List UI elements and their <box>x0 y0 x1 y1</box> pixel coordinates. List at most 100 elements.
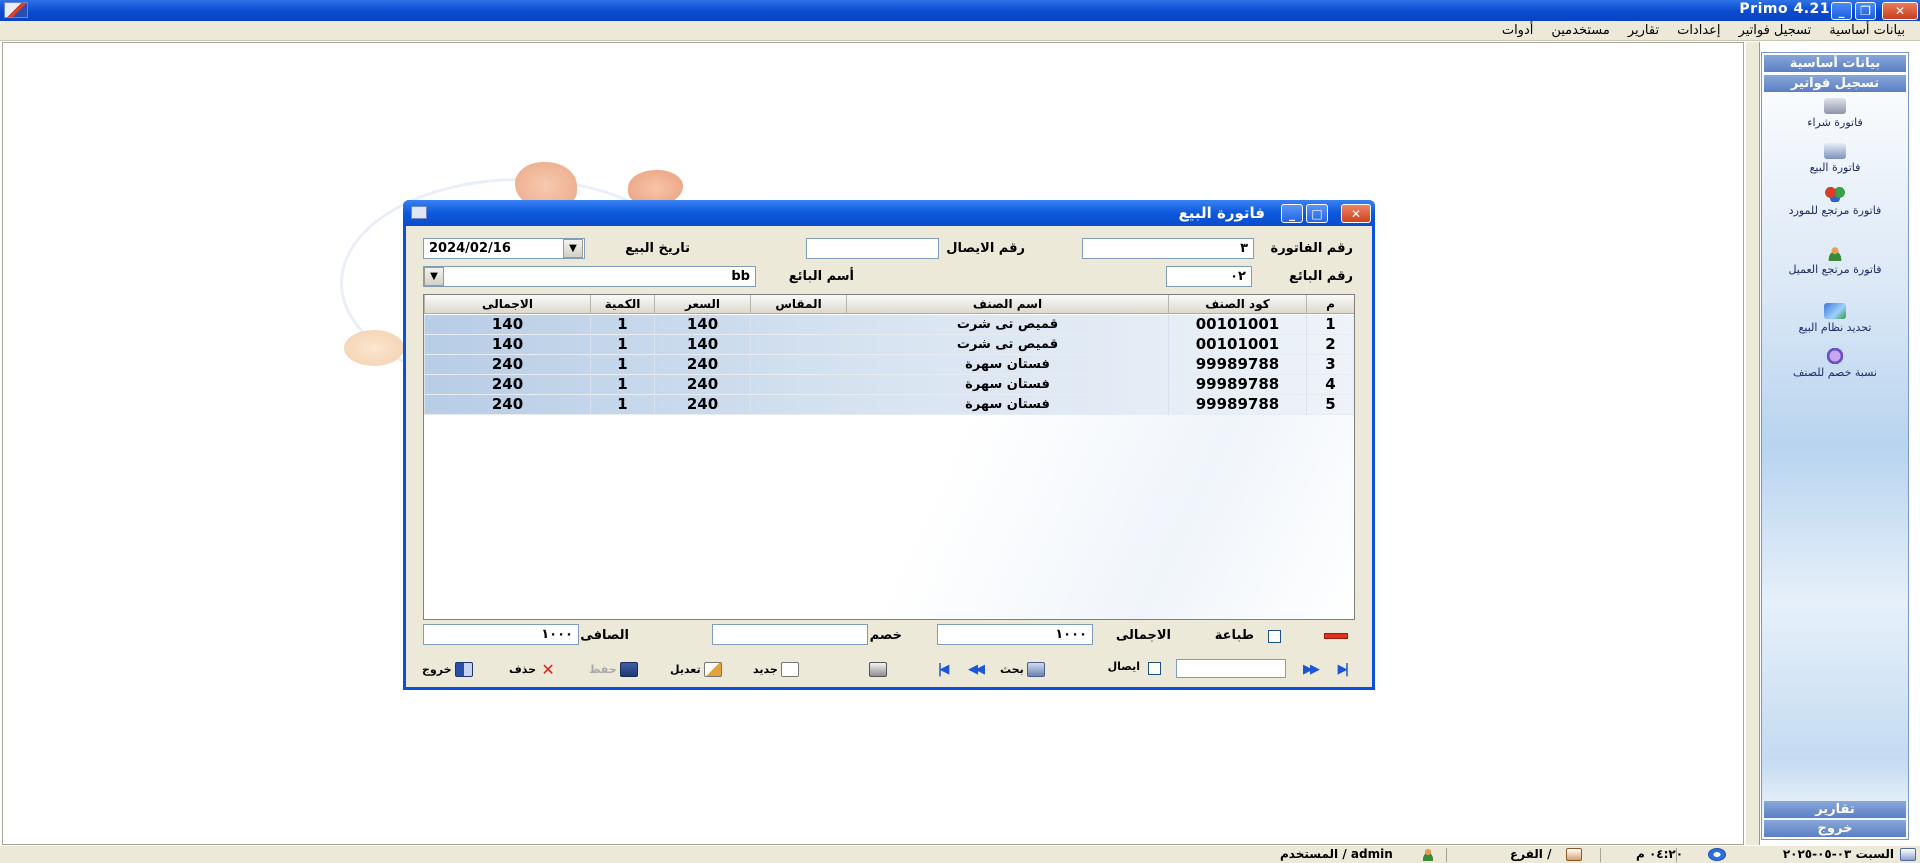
side-item-sale-invoice[interactable]: فاتورة البيع <box>1768 143 1902 174</box>
col-header-code[interactable]: كود الصنف <box>1168 295 1306 314</box>
receipt-no-label: رقم الايصال <box>946 241 1025 256</box>
nav-next-icon[interactable]: ▶▶ <box>1299 662 1321 677</box>
delete-button[interactable]: حذف ✕ <box>509 660 557 678</box>
cell-index: 2 <box>1306 335 1354 355</box>
print-checkbox[interactable] <box>1268 630 1281 643</box>
new-document-icon <box>780 661 799 677</box>
invoice-no-field[interactable]: ٣ <box>1082 238 1254 259</box>
side-item-item-discount[interactable]: نسبة خصم للصنف <box>1768 348 1902 379</box>
cell-qty: 1 <box>590 375 654 395</box>
seller-name-dropdown-icon[interactable]: ▼ <box>424 267 444 286</box>
side-item-sale-system[interactable]: تحديد نظام البيع <box>1768 303 1902 334</box>
seller-no-field[interactable]: ٠٢ <box>1166 266 1252 287</box>
save-button[interactable]: حفظ <box>589 660 638 678</box>
background-art <box>344 330 404 366</box>
cell-price: 240 <box>654 355 750 375</box>
cell-name: فستان سهرة <box>846 375 1168 395</box>
menu-tools[interactable]: أدوات <box>1493 23 1543 38</box>
search-button-label: بحث <box>1000 662 1024 676</box>
status-branch: الفرع / <box>1510 847 1552 861</box>
save-button-label: حفظ <box>589 662 617 676</box>
cell-size <box>750 375 846 395</box>
branch-home-icon <box>1566 848 1582 861</box>
col-header-size[interactable]: المقاس <box>750 295 846 314</box>
printer-icon <box>869 661 887 677</box>
col-header-name[interactable]: اسم الصنف <box>846 295 1168 314</box>
menu-reports[interactable]: تقارير <box>1619 23 1668 38</box>
status-user: المستخدم / admin <box>1280 847 1393 861</box>
col-header-price[interactable]: السعر <box>654 295 750 314</box>
seller-name-field[interactable]: bb <box>423 266 756 287</box>
cell-code: 00101001 <box>1168 335 1306 355</box>
cell-size <box>750 395 846 415</box>
nav-first-icon[interactable]: |◀ <box>931 662 953 677</box>
users-group-icon <box>1824 186 1846 202</box>
search-value-field[interactable] <box>1176 659 1286 678</box>
clock-icon <box>1708 848 1726 861</box>
cell-total: 240 <box>424 355 590 375</box>
edit-icon <box>703 661 722 677</box>
cell-index: 3 <box>1306 355 1354 375</box>
new-button[interactable]: جديد <box>753 660 799 678</box>
table-row[interactable]: 1 00101001 قميص تى شرت 140 1 140 <box>424 315 1354 335</box>
minimize-icon[interactable]: _ <box>1831 2 1852 20</box>
menu-basic-data[interactable]: بيانات أساسية <box>1820 23 1914 38</box>
nav-previous-icon[interactable]: ◀◀ <box>964 662 986 677</box>
discount-field[interactable] <box>712 624 868 645</box>
table-row[interactable]: 2 00101001 قميص تى شرت 140 1 140 <box>424 335 1354 355</box>
side-item-supplier-return[interactable]: فاتورة مرتجع للمورد <box>1768 186 1902 217</box>
side-item-purchase-invoice[interactable]: فاتورة شراء <box>1768 98 1902 129</box>
receipt-no-field[interactable] <box>806 238 939 259</box>
total-field[interactable]: ١٠٠٠ <box>937 624 1093 645</box>
side-header-basic-data[interactable]: بيانات أساسية <box>1764 55 1906 72</box>
cell-name: قميص تى شرت <box>846 315 1168 335</box>
receipt-checkbox[interactable] <box>1148 662 1161 675</box>
status-date: السبت ٠٣-٠٥-٢٠٢٥ <box>1782 847 1894 861</box>
status-indicator-icon <box>1324 633 1348 639</box>
sale-date-dropdown-icon[interactable]: ▼ <box>563 239 583 258</box>
menu-users[interactable]: مستخدمين <box>1542 23 1618 38</box>
splitter[interactable] <box>1745 42 1760 845</box>
dialog-maximize-icon[interactable]: □ <box>1306 204 1328 223</box>
exit-button[interactable]: خروج <box>422 660 473 678</box>
net-field[interactable]: ١٠٠٠ <box>423 624 579 645</box>
cell-qty: 1 <box>590 315 654 335</box>
dialog-close-icon[interactable]: ✕ <box>1341 204 1371 223</box>
status-bar: السبت ٠٣-٠٥-٢٠٢٥ ٠٤:٢٠ م الفرع / المستخد… <box>0 845 1920 863</box>
sale-date-field[interactable]: 2024/02/16 <box>423 238 585 259</box>
document-icon <box>1824 143 1846 159</box>
menu-settings[interactable]: إعدادات <box>1668 23 1729 38</box>
menu-bar: بيانات أساسية تسجيل فواتير إعدادات تقاري… <box>0 21 1920 41</box>
restore-icon[interactable]: ❐ <box>1855 2 1876 20</box>
cell-name: قميص تى شرت <box>846 335 1168 355</box>
menu-invoices[interactable]: تسجيل فواتير <box>1730 23 1821 38</box>
search-button[interactable]: بحث <box>1000 660 1045 678</box>
side-header-invoices[interactable]: تسجيل فواتير <box>1764 75 1906 92</box>
invoice-items-grid[interactable]: م كود الصنف اسم الصنف المقاس السعر الكمي… <box>423 294 1355 620</box>
col-header-index[interactable]: م <box>1306 295 1354 314</box>
col-header-total[interactable]: الاجمالى <box>424 295 590 314</box>
dialog-titlebar: فاتورة البيع _ □ ✕ <box>403 200 1375 226</box>
cell-index: 1 <box>1306 315 1354 335</box>
cell-qty: 1 <box>590 355 654 375</box>
table-row[interactable]: 4 99989788 فستان سهرة 240 1 240 <box>424 375 1354 395</box>
table-row[interactable]: 5 99989788 فستان سهرة 240 1 240 <box>424 395 1354 415</box>
app-logo-icon <box>4 2 28 18</box>
nav-last-icon[interactable]: ▶| <box>1331 662 1353 677</box>
cell-qty: 1 <box>590 335 654 355</box>
side-item-customer-return[interactable]: فاتورة مرتجع العميل <box>1768 245 1902 276</box>
dialog-minimize-icon[interactable]: _ <box>1281 204 1303 223</box>
col-header-qty[interactable]: الكمية <box>590 295 654 314</box>
cell-total: 140 <box>424 315 590 335</box>
sale-invoice-dialog: فاتورة البيع _ □ ✕ رقم الفاتورة ٣ رقم ال… <box>403 200 1375 690</box>
table-row[interactable]: 3 99989788 فستان سهرة 240 1 240 <box>424 355 1354 375</box>
cell-total: 140 <box>424 335 590 355</box>
cell-price: 140 <box>654 315 750 335</box>
edit-button[interactable]: تعديل <box>670 660 722 678</box>
close-icon[interactable]: ✕ <box>1882 2 1918 20</box>
print-button[interactable] <box>869 660 887 678</box>
side-footer-exit[interactable]: خروج <box>1764 820 1906 837</box>
side-footer-reports[interactable]: تقارير <box>1764 801 1906 818</box>
cell-price: 140 <box>654 335 750 355</box>
app-titlebar: Primo 4.21 _ ❐ ✕ <box>0 0 1920 21</box>
